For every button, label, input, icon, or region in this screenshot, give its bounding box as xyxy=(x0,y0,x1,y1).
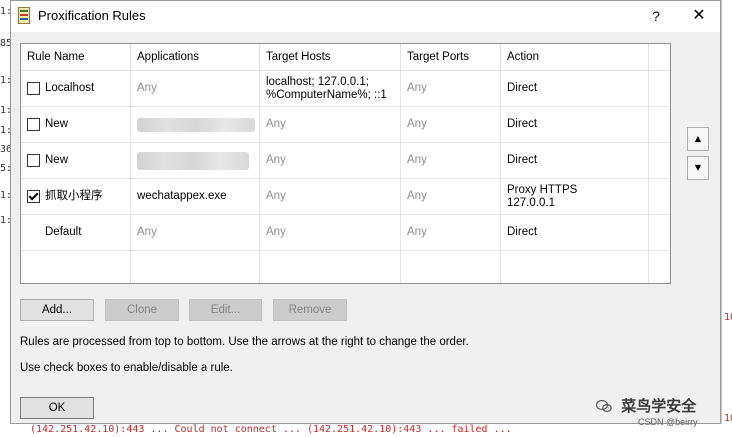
action-cell: Direct xyxy=(501,107,649,142)
target-hosts-cell: Any xyxy=(260,215,401,250)
redacted-text xyxy=(137,117,255,132)
column-header-action[interactable]: Action xyxy=(501,44,649,70)
target-ports-cell: Any xyxy=(401,107,501,142)
column-header-target-hosts[interactable]: Target Hosts xyxy=(260,44,401,70)
rule-name: New xyxy=(45,154,69,166)
title-bar[interactable]: Proxification Rules ? ✕ xyxy=(11,1,720,32)
action-cell: Direct xyxy=(501,215,649,250)
rule-name: Localhost xyxy=(45,82,95,94)
table-row[interactable]: Default Any Any Any Direct xyxy=(21,215,670,251)
target-ports-cell: Any xyxy=(401,179,501,214)
column-divider xyxy=(648,251,649,283)
proxifier-app-icon xyxy=(18,7,30,24)
applications-cell: Any xyxy=(131,215,260,250)
rule-name-cell: 抓取小程序 xyxy=(21,179,131,214)
move-up-button[interactable]: ▲ xyxy=(687,127,709,151)
rule-name-cell: Localhost xyxy=(21,71,131,106)
rule-name-cell: New xyxy=(21,107,131,142)
table-row[interactable]: Localhost Any localhost; 127.0.0.1; %Com… xyxy=(21,71,670,107)
target-ports-cell: Any xyxy=(401,215,501,250)
rule-name: New xyxy=(45,118,69,130)
target-hosts-cell: Any xyxy=(260,107,401,142)
wechat-icon xyxy=(596,399,612,413)
target-ports-cell: Any xyxy=(401,71,501,106)
action-cell: Direct xyxy=(501,143,649,178)
ok-button[interactable]: OK xyxy=(20,397,94,419)
clone-button[interactable]: Clone xyxy=(105,299,179,321)
applications-cell: wechatappex.exe xyxy=(131,179,260,214)
target-ports-cell: Any xyxy=(401,143,501,178)
background-log-right: 10 10 xyxy=(721,0,732,437)
log-fragment: 10 xyxy=(724,413,732,424)
checkbox-info-text: Use check boxes to enable/disable a rule… xyxy=(20,362,233,374)
rule-name: 抓取小程序 xyxy=(45,190,103,202)
watermark: 菜鸟学安全 xyxy=(596,395,696,416)
move-down-button[interactable]: ▼ xyxy=(687,156,709,180)
rule-enable-checkbox-checked[interactable] xyxy=(27,190,40,203)
table-row[interactable]: New Any Any Direct xyxy=(21,143,670,179)
action-cell: Proxy HTTPS 127.0.0.1 xyxy=(501,179,649,214)
log-line: (142.251.42.10):443 ... Could not connec… xyxy=(30,424,512,435)
table-header: Rule Name Applications Target Hosts Targ… xyxy=(21,44,670,71)
action-line: Proxy HTTPS xyxy=(507,183,578,196)
log-fragment: 10 xyxy=(724,312,732,323)
redacted-text xyxy=(137,151,249,170)
target-hosts-line: localhost; 127.0.0.1; xyxy=(266,75,369,88)
edit-button[interactable]: Edit... xyxy=(189,299,262,321)
table-row[interactable]: New Any Any Direct xyxy=(21,107,670,143)
add-button[interactable]: Add... xyxy=(20,299,94,321)
watermark-text: 菜鸟学安全 xyxy=(621,397,697,415)
window-title: Proxification Rules xyxy=(38,8,146,23)
help-button[interactable]: ? xyxy=(641,4,671,28)
action-cell: Direct xyxy=(501,71,649,106)
column-header-rule-name[interactable]: Rule Name xyxy=(21,44,131,70)
watermark-credit: CSDN @beirry xyxy=(638,417,698,427)
column-divider xyxy=(400,251,401,283)
column-header-applications[interactable]: Applications xyxy=(131,44,260,70)
applications-cell: Any xyxy=(131,71,260,106)
target-hosts-cell: localhost; 127.0.0.1; %ComputerName%; ::… xyxy=(260,71,401,106)
proxification-rules-dialog: Proxification Rules ? ✕ Rule Name Applic… xyxy=(10,0,721,427)
remove-button[interactable]: Remove xyxy=(273,299,347,321)
applications-cell-redacted xyxy=(131,107,260,142)
action-line: 127.0.0.1 xyxy=(507,196,555,209)
target-hosts-cell: Any xyxy=(260,179,401,214)
column-divider xyxy=(500,251,501,283)
table-row[interactable]: 抓取小程序 wechatappex.exe Any Any Proxy HTTP… xyxy=(21,179,670,215)
column-divider xyxy=(130,251,131,283)
applications-cell-redacted xyxy=(131,143,260,178)
close-button[interactable]: ✕ xyxy=(682,4,716,28)
target-hosts-cell: Any xyxy=(260,143,401,178)
background-log-bottom: (142.251.42.10):443 ... Could not connec… xyxy=(0,424,732,437)
target-hosts-line: %ComputerName%; ::1 xyxy=(266,88,387,101)
column-divider xyxy=(259,251,260,283)
rule-enable-checkbox[interactable] xyxy=(27,82,40,95)
order-info-text: Rules are processed from top to bottom. … xyxy=(20,336,469,348)
rules-table[interactable]: Rule Name Applications Target Hosts Targ… xyxy=(20,43,671,284)
column-header-target-ports[interactable]: Target Ports xyxy=(401,44,501,70)
rule-enable-checkbox[interactable] xyxy=(27,154,40,167)
rule-enable-checkbox[interactable] xyxy=(27,118,40,131)
rule-name-cell: Default xyxy=(21,215,131,250)
rule-name: Default xyxy=(45,226,82,238)
rule-name-cell: New xyxy=(21,143,131,178)
